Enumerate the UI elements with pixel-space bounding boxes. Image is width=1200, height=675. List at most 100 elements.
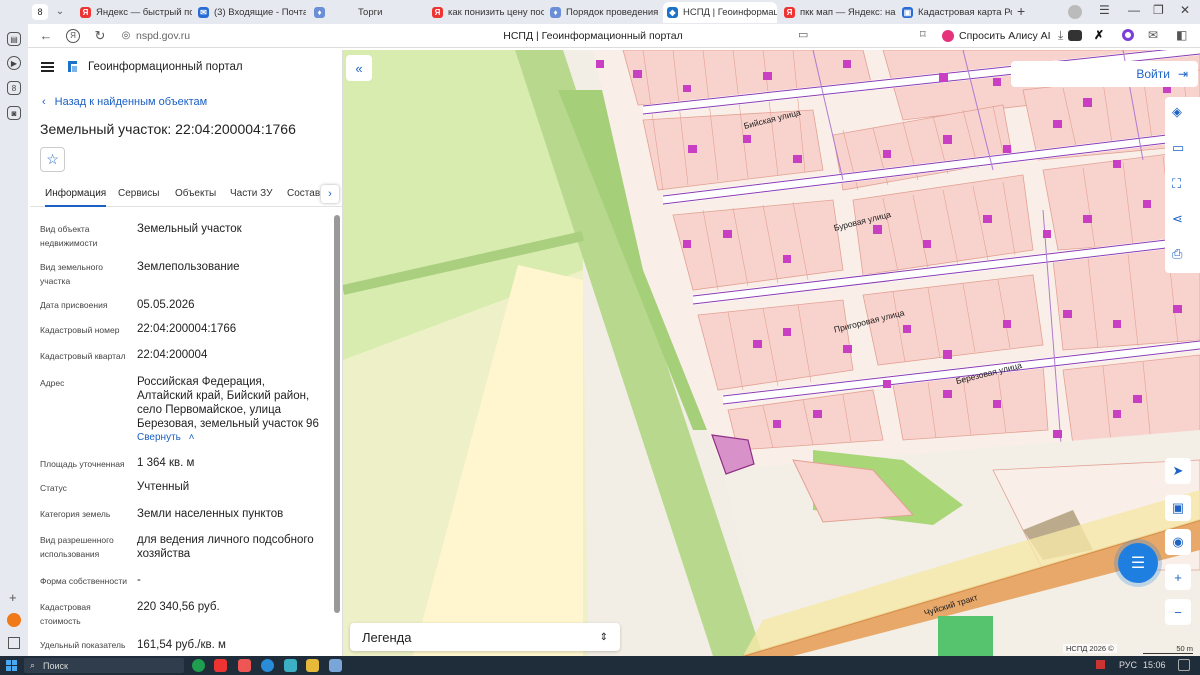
extension-icon[interactable]: [1068, 30, 1082, 41]
basemap-button[interactable]: ▣: [1165, 495, 1191, 521]
browser-sidebar: ◷ ▤ ▶ 8 ◙ +: [0, 0, 28, 656]
layers-icon[interactable]: ◈: [1172, 104, 1182, 120]
print-icon[interactable]: ⎙: [1172, 246, 1182, 262]
download-icon[interactable]: ⤓: [1058, 28, 1063, 43]
location-search-icon: ◉: [1172, 534, 1184, 549]
extensions-puzzle-icon[interactable]: ◧: [1176, 28, 1187, 42]
tab-bar: 8 ⌄ Я Яндекс — быстрый пои ✉ (3) Входящие …: [0, 0, 1200, 24]
clock[interactable]: 15:06: [1143, 660, 1166, 670]
windows-start-icon[interactable]: [6, 660, 17, 671]
screenshot-icon[interactable]: ◙: [7, 106, 21, 120]
app-icon[interactable]: [238, 659, 251, 672]
add-icon[interactable]: +: [9, 590, 17, 605]
tab-search-price[interactable]: Якак понизить цену посл: [428, 2, 544, 23]
tab-mail[interactable]: ✉(3) Входящие - Почта М: [194, 2, 306, 23]
search-icon: ⌕: [30, 660, 36, 670]
active-browser-icon[interactable]: [329, 659, 342, 672]
chevron-up-icon: ˄: [188, 432, 195, 443]
sidebar-panel-icon[interactable]: [8, 637, 20, 649]
chevron-down-icon[interactable]: ⌄: [52, 3, 68, 20]
ruler-icon[interactable]: ▭: [1172, 140, 1184, 156]
chat-assistant-button[interactable]: ☰: [1118, 543, 1158, 583]
zoom-out-button[interactable]: −: [1165, 599, 1191, 625]
favorite-star-button[interactable]: ☆: [40, 147, 65, 172]
share-icon[interactable]: ⋖: [1172, 211, 1183, 227]
navigation-arrow-icon: ➤: [1172, 463, 1184, 478]
maximize-icon[interactable]: ❐: [1153, 3, 1164, 17]
app-icon[interactable]: [261, 659, 274, 672]
prop-value: 05.05.2026: [137, 299, 195, 311]
collapse-link[interactable]: Свернуть ˄: [137, 432, 194, 443]
tabs-scroll-right-button[interactable]: ›: [321, 185, 339, 203]
taskbar-search[interactable]: ⌕ Поиск: [24, 658, 184, 673]
tab-pkk-map[interactable]: Япкк мап — Яндекс: наш: [780, 2, 896, 23]
prop-value: Земли населенных пунктов: [137, 508, 284, 520]
app-icon[interactable]: [284, 659, 297, 672]
app-icon[interactable]: [192, 659, 205, 672]
map-tools-column: ◈ ▭ ⛶ ⋖ ⎙: [1165, 97, 1200, 273]
hamburger-menu-icon[interactable]: [41, 62, 54, 72]
bookmark-icon[interactable]: ⌑: [920, 28, 926, 41]
geolocate-button[interactable]: ➤: [1165, 458, 1191, 484]
nspd-icon: ◆: [667, 7, 678, 18]
mail-toolbar-icon[interactable]: ✉: [1148, 28, 1158, 42]
collapse-panel-button[interactable]: «: [346, 55, 372, 81]
panel-scrollbar[interactable]: [334, 215, 340, 613]
portal-title: Геоинформационный портал: [88, 61, 243, 73]
back-to-results-link[interactable]: ‹ Назад к найденным объектам: [42, 96, 207, 108]
search-location-button[interactable]: ◉: [1165, 529, 1191, 555]
language-indicator[interactable]: РУС: [1119, 660, 1137, 670]
emblem-icon: ♦: [314, 7, 325, 18]
ask-alice-button[interactable]: Спросить Алису AI: [938, 27, 1057, 45]
tab-torgi[interactable]: ♦ Торги: [310, 2, 425, 23]
minimize-icon[interactable]: —: [1128, 3, 1140, 17]
prop-label: Кадастровый номер: [40, 325, 120, 335]
extension-circle-icon[interactable]: [1122, 29, 1134, 41]
tab-parcel-parts[interactable]: Части ЗУ: [230, 188, 272, 199]
copyright-label: НСПД 2026 ©: [1063, 644, 1117, 653]
cadastral-quarter-value: 22:04:200004: [137, 349, 208, 361]
tab-information[interactable]: Информация: [45, 188, 107, 207]
yandex-browser-icon[interactable]: [214, 659, 227, 672]
reload-icon[interactable]: ↻: [92, 28, 108, 44]
new-tab-icon[interactable]: +: [1017, 3, 1025, 19]
tab-count-badge[interactable]: 8: [32, 4, 48, 20]
url-field[interactable]: nspd.gov.ru: [136, 30, 190, 42]
close-window-icon[interactable]: ✕: [1180, 3, 1190, 17]
tab-services[interactable]: Сервисы: [118, 188, 159, 199]
minus-icon: −: [1174, 604, 1182, 620]
tab-nspd-active[interactable]: ◆НСПД | Геоинформац✕: [663, 2, 777, 23]
prop-label: Форма собственности: [40, 576, 127, 586]
site-info-icon[interactable]: ◎: [118, 28, 134, 44]
zoom-in-button[interactable]: +: [1165, 564, 1191, 590]
collections-icon[interactable]: ▤: [7, 32, 21, 46]
area-select-icon[interactable]: ⛶: [1172, 176, 1181, 192]
legend-dropdown[interactable]: Легенда ⇕: [350, 623, 620, 651]
tab-objects[interactable]: Объекты: [175, 188, 216, 199]
prop-label: Кадастровая стоимость: [40, 602, 91, 626]
tab-procedure[interactable]: ♦ Порядок проведения п: [546, 2, 660, 23]
prop-value: 161,54 руб./кв. м: [137, 639, 226, 651]
login-button[interactable]: Войти ⇥: [1011, 61, 1198, 87]
tab-composition[interactable]: Состав: [287, 188, 320, 199]
prop-label: Статус: [40, 483, 67, 493]
yandex-icon: Я: [784, 7, 795, 18]
menu-icon[interactable]: ☰: [1099, 3, 1110, 17]
network-icon[interactable]: [1096, 660, 1105, 669]
file-explorer-icon[interactable]: [306, 659, 319, 672]
reader-icon[interactable]: ▭: [798, 28, 808, 41]
notifications-icon[interactable]: [1178, 659, 1190, 671]
play-icon[interactable]: ▶: [7, 56, 21, 70]
status-value: Учтенный: [137, 481, 190, 493]
profile-icon[interactable]: [1068, 5, 1082, 19]
tab-yandex[interactable]: Я Яндекс — быстрый пои: [76, 2, 192, 23]
address-value: Российская Федерация, Алтайский край, Би…: [137, 376, 319, 430]
tab-counter-icon[interactable]: 8: [7, 81, 21, 95]
extension-k-icon[interactable]: ✗: [1094, 28, 1104, 42]
back-icon[interactable]: ←: [38, 28, 54, 44]
tab-cadastral-map[interactable]: ▣ Кадастровая карта Рос: [898, 2, 1012, 23]
yandex-home-icon[interactable]: Я: [66, 29, 80, 43]
odnoklassniki-icon[interactable]: [7, 613, 21, 627]
map-view[interactable]: Бийская улица Буровая улица Пригоровая у…: [343, 50, 1200, 656]
mail-icon: ✉: [198, 7, 209, 18]
